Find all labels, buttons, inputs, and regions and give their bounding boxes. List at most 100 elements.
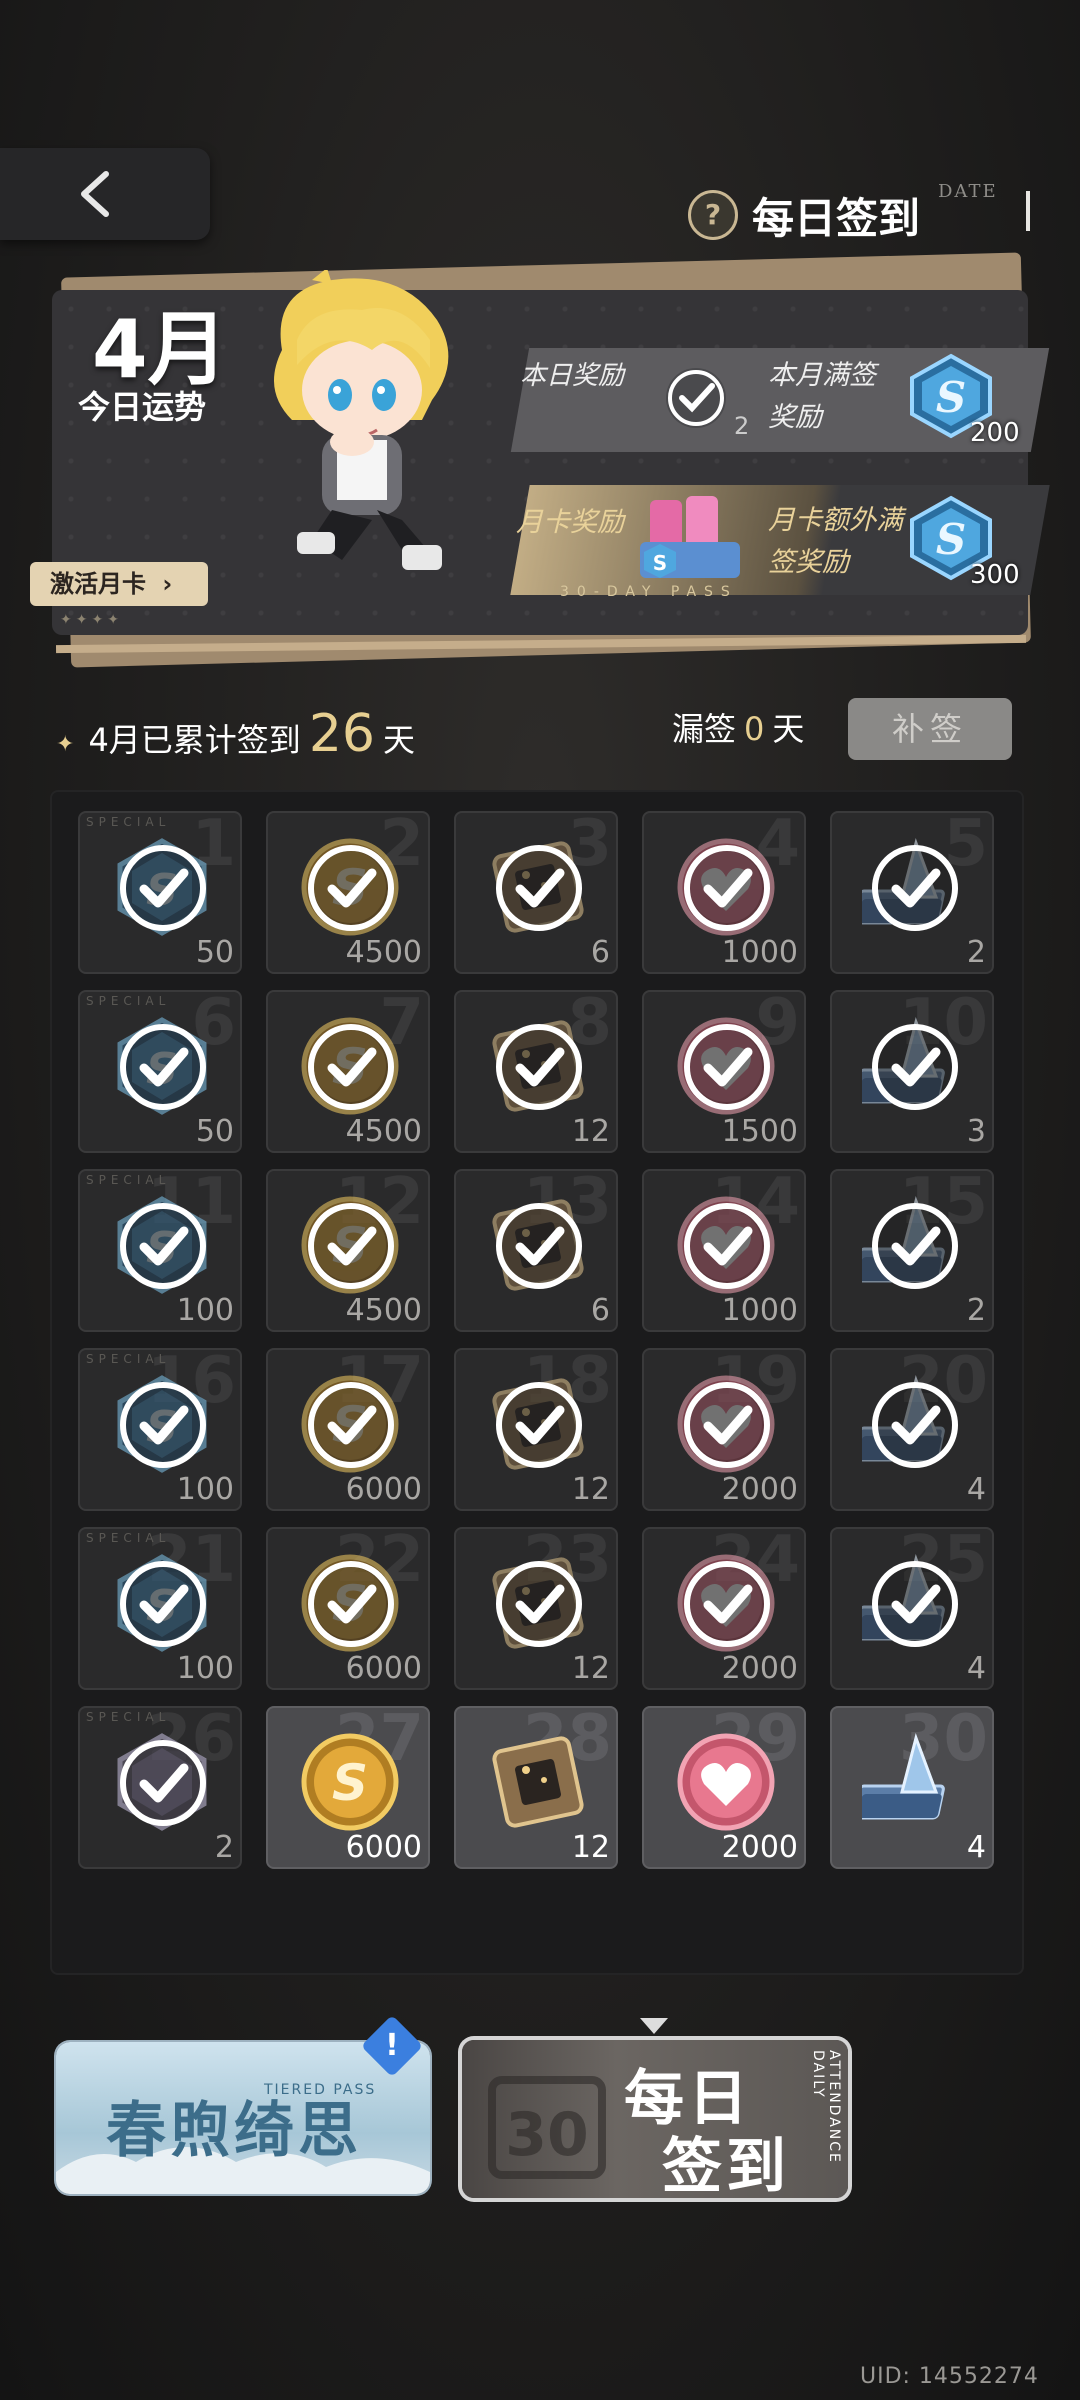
checkmark-icon	[496, 1382, 582, 1468]
reward-quantity: 2000	[721, 1830, 798, 1865]
reward-quantity: 2	[966, 935, 986, 970]
reward-quantity: 50	[195, 935, 234, 970]
month-pass-caption: 30-DAY PASS	[560, 584, 738, 600]
calendar-day-cell[interactable]: 2S4500	[266, 811, 430, 974]
heart-icon	[677, 1733, 775, 1831]
checkmark-icon	[872, 1382, 958, 1468]
user-id: UID: 14552274	[860, 2364, 1039, 2389]
calendar-day-cell[interactable]: 24 2000	[642, 1527, 806, 1690]
summary-suffix: 天	[382, 721, 415, 759]
ticket-icon	[862, 1732, 945, 1820]
card-reward-label: 月卡奖励	[516, 507, 624, 538]
checkmark-icon	[120, 1203, 206, 1289]
calendar-day-cell[interactable]: 1SPECIALS50	[78, 811, 242, 974]
signin-summary: ✦ 4月已累计签到 26 天	[56, 704, 415, 764]
reward-quantity: 2	[214, 1830, 234, 1865]
special-tag: SPECIAL	[86, 1173, 171, 1187]
spring-pass-subtitle: TIERED PASS	[264, 2082, 377, 2098]
reward-quantity: 4	[966, 1472, 986, 1507]
chevron-right-icon: ›	[162, 570, 173, 598]
calendar-day-cell[interactable]: 136	[454, 1169, 618, 1332]
special-tag: SPECIAL	[86, 1710, 171, 1724]
checkmark-icon	[496, 1561, 582, 1647]
calendar-day-cell[interactable]: 2812	[454, 1706, 618, 1869]
calendar-day-cell[interactable]: 17S6000	[266, 1348, 430, 1511]
calendar-day-cell[interactable]: 4 1000	[642, 811, 806, 974]
back-button[interactable]	[0, 148, 210, 240]
calendar-day-cell[interactable]: 15 2	[830, 1169, 994, 1332]
calendar-day-cell[interactable]: 2312	[454, 1527, 618, 1690]
svg-text:30: 30	[505, 2100, 589, 2170]
calendar-day-cell[interactable]: 19 2000	[642, 1348, 806, 1511]
calendar-grid: 1SPECIALS502S45003641000526SPECIALS507S4…	[78, 811, 998, 1869]
checkmark-icon	[684, 1561, 770, 1647]
calendar-day-cell[interactable]: 9 1500	[642, 990, 806, 1153]
calendar-day-cell[interactable]: 30 4	[830, 1706, 994, 1869]
monthly-full-reward-label: 本月满签奖励	[768, 360, 876, 433]
calendar-day-cell[interactable]: 26 SPECIAL 2	[78, 1706, 242, 1869]
monthly-full-reward-count: 200	[970, 418, 1020, 448]
reward-quantity: 6	[590, 935, 610, 970]
sparkle-icon: ✦	[56, 732, 75, 757]
page-title: 每日签到	[752, 194, 921, 243]
calendar-day-cell[interactable]: 10 3	[830, 990, 994, 1153]
reward-quantity: 50	[195, 1114, 234, 1149]
checkmark-icon	[120, 1024, 206, 1110]
calendar-day-cell[interactable]: 8 12	[454, 990, 618, 1153]
title-tag: DATE	[938, 181, 998, 202]
calendar-day-cell[interactable]: 20 4	[830, 1348, 994, 1511]
reward-quantity: 6000	[345, 1651, 422, 1686]
chip-icon	[492, 1736, 584, 1828]
activate-monthly-card-button[interactable]: 激活月卡 ›	[30, 562, 208, 606]
calendar-day-cell[interactable]: 11SPECIALS100	[78, 1169, 242, 1332]
today-reward-count: 2	[734, 412, 750, 440]
calendar-day-cell[interactable]: 25 4	[830, 1527, 994, 1690]
checkmark-icon	[872, 845, 958, 931]
activate-button-label: 激活月卡	[50, 570, 146, 598]
special-tag: SPECIAL	[86, 815, 171, 829]
checkmark-icon	[308, 845, 394, 931]
special-tag: SPECIAL	[86, 1352, 171, 1366]
reward-quantity: 3	[966, 1114, 986, 1149]
calendar-30-icon: 30	[488, 2076, 606, 2179]
checkmark-icon	[120, 1740, 206, 1826]
checkmark-icon	[120, 845, 206, 931]
calendar-day-cell[interactable]: 1812	[454, 1348, 618, 1511]
daily-tab-vertical-text: ATTENDANCE DAILY	[810, 2050, 842, 2164]
calendar-day-cell[interactable]: 16SPECIALS100	[78, 1348, 242, 1511]
calendar-day-cell[interactable]: 12S4500	[266, 1169, 430, 1332]
alert-glyph: !	[385, 2028, 399, 2063]
reward-quantity: 4500	[345, 935, 422, 970]
chevron-left-icon	[81, 171, 109, 217]
makeup-signin-button[interactable]: 补签	[848, 698, 1012, 760]
tab-daily-attendance[interactable]: 30 每日 签到 ATTENDANCE DAILY	[462, 2040, 848, 2198]
checkmark-icon	[684, 1024, 770, 1110]
checkmark-icon	[666, 368, 726, 428]
calendar-day-cell[interactable]: 14 1000	[642, 1169, 806, 1332]
checkmark-icon	[496, 1203, 582, 1289]
calendar-day-cell[interactable]: 21SPECIALS100	[78, 1527, 242, 1690]
help-icon[interactable]: ?	[688, 190, 738, 240]
checkmark-icon	[872, 1203, 958, 1289]
special-tag: SPECIAL	[86, 1531, 171, 1545]
reward-quantity: 4500	[345, 1114, 422, 1149]
calendar-day-cell[interactable]: 6SPECIALS50	[78, 990, 242, 1153]
checkmark-icon	[308, 1203, 394, 1289]
calendar-day-cell[interactable]: 52	[830, 811, 994, 974]
calendar-day-cell[interactable]: 36	[454, 811, 618, 974]
reward-quantity: 1000	[721, 935, 798, 970]
reward-quantity: 12	[571, 1114, 610, 1149]
calendar-day-cell[interactable]: 7S4500	[266, 990, 430, 1153]
calendar-day-cell[interactable]: 22S6000	[266, 1527, 430, 1690]
calendar-day-cell[interactable]: 27 S 6000	[266, 1706, 430, 1869]
checkmark-icon	[496, 845, 582, 931]
reward-quantity: 6000	[345, 1830, 422, 1865]
month-pass-icon: S	[640, 496, 740, 578]
selected-indicator-icon	[640, 2018, 668, 2034]
reward-quantity: 2000	[721, 1651, 798, 1686]
checkmark-icon	[684, 845, 770, 931]
checkmark-icon	[120, 1561, 206, 1647]
checkmark-icon	[684, 1203, 770, 1289]
svg-text:S: S	[936, 373, 966, 422]
calendar-day-cell[interactable]: 29 2000	[642, 1706, 806, 1869]
